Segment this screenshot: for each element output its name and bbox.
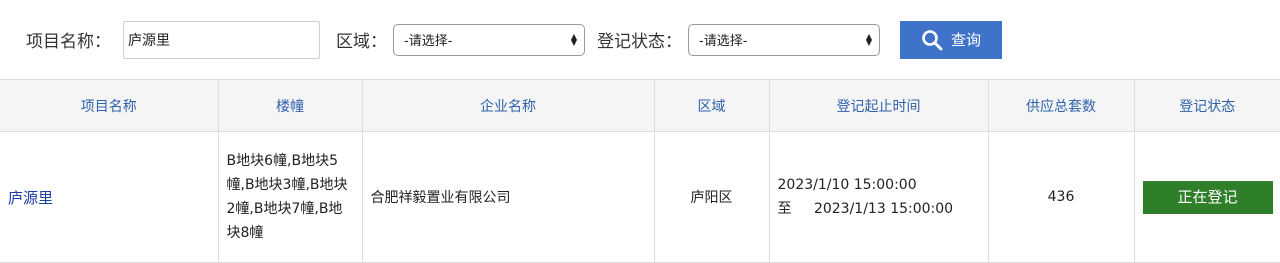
select-arrows-icon: ▲ ▼ [865, 31, 872, 47]
header-registration-period[interactable]: 登记起止时间 [769, 80, 989, 132]
header-status[interactable]: 登记状态 [1134, 80, 1280, 132]
status-label: 登记状态： [597, 32, 682, 52]
cell-company: 合肥祥毅置业有限公司 [362, 131, 655, 263]
status-select-value: -请选择- [699, 34, 748, 49]
header-total-units[interactable]: 供应总套数 [988, 80, 1135, 132]
query-button-label: 查询 [950, 31, 981, 49]
cell-status: 正在登记 [1134, 131, 1280, 263]
header-buildings[interactable]: 楼幢 [218, 80, 363, 132]
region-select[interactable]: -请选择- ▲ ▼ [393, 23, 585, 56]
table-header-row: 项目名称 楼幢 企业名称 区域 登记起止时间 供应总套数 登记状态 [0, 80, 1280, 132]
cell-total-units: 436 [988, 131, 1135, 263]
cell-region: 庐阳区 [654, 131, 770, 263]
period-to-label: 至 [777, 201, 792, 217]
results-table: 项目名称 楼幢 企业名称 区域 登记起止时间 供应总套数 登记状态 庐源里 B地… [0, 80, 1280, 263]
page: 项目名称： 区域： -请选择- ▲▼ 登记状态： -请选择- ▲▼ 查询 项目名… [0, 0, 1280, 263]
region-select-value: -请选择- [404, 34, 453, 49]
region-label: 区域： [336, 32, 387, 52]
search-bar: 项目名称： 区域： -请选择- ▲▼ 登记状态： -请选择- ▲▼ 查询 [0, 0, 1280, 80]
header-company[interactable]: 企业名称 [362, 80, 655, 132]
status-select[interactable]: -请选择- ▲ ▼ [688, 23, 880, 56]
cell-registration-period: 2023/1/10 15:00:00 至 2023/1/13 15:00:00 [769, 131, 989, 263]
period-end-line: 至 2023/1/13 15:00:00 [778, 197, 980, 221]
search-icon [922, 29, 943, 50]
period-end: 2023/1/13 15:00:00 [813, 201, 954, 217]
header-region[interactable]: 区域 [654, 80, 770, 132]
project-link[interactable]: 庐源里 [8, 189, 53, 207]
cell-buildings: B地块6幢,B地块5幢,B地块3幢,B地块2幢,B地块7幢,B地块8幢 [218, 131, 363, 263]
query-button[interactable]: 查询 [900, 20, 1002, 59]
header-project-name[interactable]: 项目名称 [0, 80, 219, 132]
period-start: 2023/1/10 15:00:00 [777, 177, 917, 193]
select-arrows-icon: ▲ ▼ [570, 31, 577, 47]
status-badge: 正在登记 [1142, 180, 1273, 214]
cell-project-name: 庐源里 [0, 131, 219, 263]
project-name-input[interactable] [123, 20, 320, 59]
table-row: 庐源里 B地块6幢,B地块5幢,B地块3幢,B地块2幢,B地块7幢,B地块8幢 … [0, 131, 1280, 263]
project-name-label: 项目名称： [26, 32, 111, 52]
